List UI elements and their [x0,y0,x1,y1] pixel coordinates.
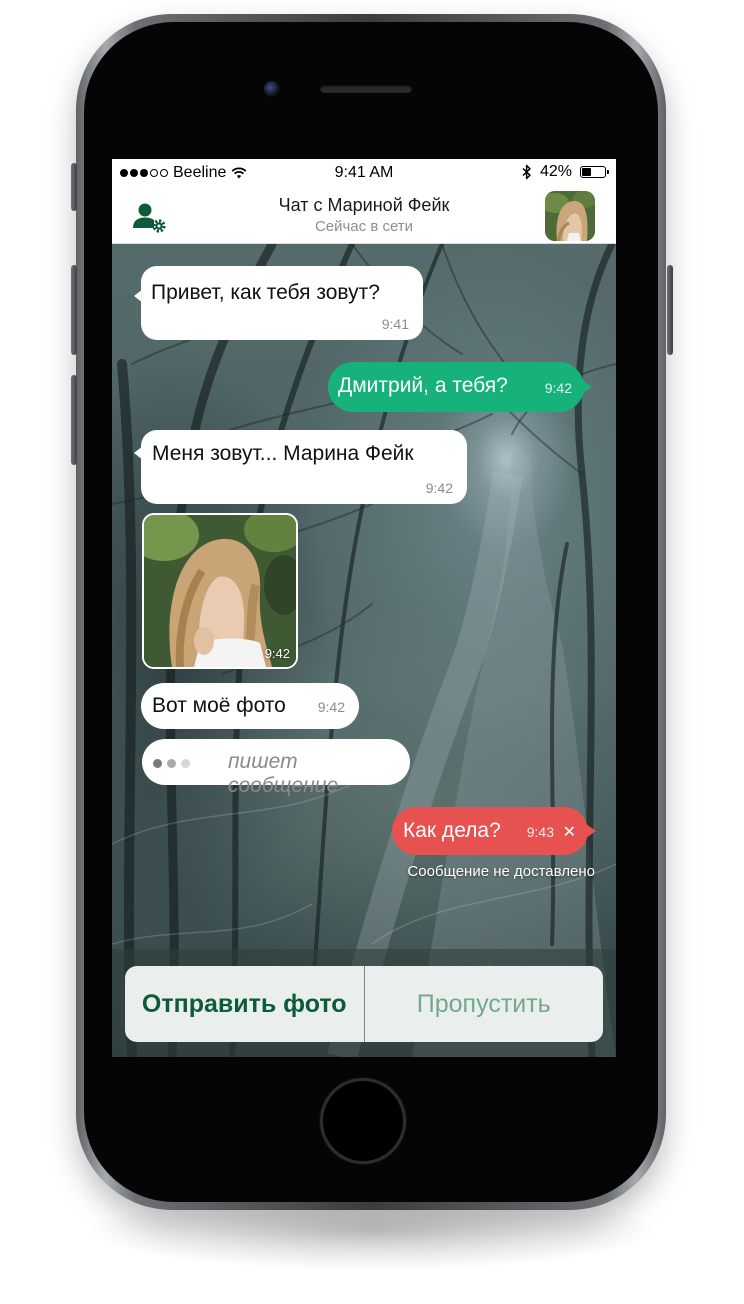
chat-header: Чат с Мариной Фейк Сейчас в сети [112,187,616,244]
send-photo-button[interactable]: Отправить фото [125,966,364,1042]
message-text: Меня зовут... Марина Фейк [152,442,414,465]
delivery-failed-notice: Сообщение не доставлено [407,863,595,880]
photo-time: 9:42 [264,646,290,661]
bubble-tail [134,289,143,303]
volume-down-button [71,375,77,465]
bluetooth-icon [522,164,531,180]
message-outgoing[interactable]: Дмитрий, а тебя? 9:42 [328,362,592,412]
power-button [667,265,673,355]
status-right-group: 42% [522,163,609,181]
chat-title: Чат с Мариной Фейк [278,195,450,215]
typing-dots-icon [153,759,190,768]
typing-text: пишет сообщение [228,750,339,797]
battery-percent: 42% [539,163,572,180]
contact-avatar-portrait [545,191,595,241]
action-bar: Отправить фото Пропустить [125,966,603,1042]
message-time: 9:43 [526,824,554,840]
bubble-tail [582,380,592,394]
typing-indicator: пишет сообщение [142,739,410,797]
skip-button[interactable]: Пропустить [365,966,604,1042]
message-time: 9:41 [381,316,409,332]
message-time: 9:42 [544,380,572,396]
home-button[interactable] [320,1078,406,1164]
mute-switch [71,163,77,211]
contact-avatar[interactable] [545,191,595,241]
battery-level [582,168,591,176]
photo-message[interactable]: 9:42 [142,513,298,669]
bubble-tail [586,824,596,838]
message-text: Вот моё фото [152,694,286,717]
message-time: 9:42 [425,480,453,496]
phone-screen: Beeline 9:41 AM 42% Чат с Мариной Фейк С… [112,159,616,1057]
message-text: Как дела? [403,819,501,842]
message-incoming[interactable]: Меня зовут... Марина Фейк 9:42 [134,430,467,504]
shared-photo [144,515,296,667]
message-incoming[interactable]: Привет, как тебя зовут? 9:41 [134,266,423,340]
earpiece-speaker [320,85,412,93]
volume-up-button [71,265,77,355]
message-time: 9:42 [317,699,345,715]
bubble-tail [134,446,143,460]
failed-icon: ✕ [562,824,576,841]
online-status: Сейчас в сети [314,218,414,235]
message-text: Привет, как тебя зовут? [151,281,380,304]
front-camera [264,81,280,97]
message-outgoing-failed[interactable]: Как дела? 9:43 ✕ [392,807,596,855]
message-text: Дмитрий, а тебя? [338,374,508,397]
battery-icon [580,166,609,178]
device-mockup: Beeline 9:41 AM 42% Чат с Мариной Фейк С… [0,0,744,1304]
message-incoming[interactable]: Вот моё фото 9:42 [141,683,359,729]
status-bar: Beeline 9:41 AM 42% [112,159,616,187]
